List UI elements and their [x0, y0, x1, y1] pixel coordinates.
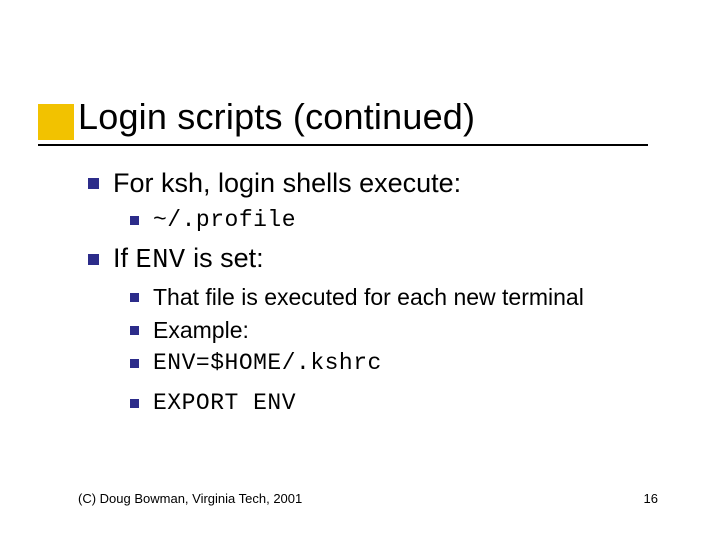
slide-title: Login scripts (continued) — [78, 96, 475, 138]
square-bullet-icon — [130, 293, 139, 302]
bullet-row: Example: — [130, 317, 658, 344]
bullet-text: If ENV is set: — [113, 243, 264, 276]
bullet-row: ~/.profile — [130, 207, 658, 233]
square-bullet-icon — [130, 359, 139, 368]
bullet-lvl1: If ENV is set: That file is executed for… — [88, 243, 658, 416]
square-bullet-icon — [130, 216, 139, 225]
title-wrap: Login scripts (continued) — [78, 96, 475, 138]
square-bullet-icon — [130, 399, 139, 408]
square-bullet-icon — [88, 178, 99, 189]
bullet-row: For ksh, login shells execute: — [88, 168, 658, 199]
sublist: ~/.profile — [130, 207, 658, 233]
square-bullet-icon — [130, 326, 139, 335]
bullet-lvl1: For ksh, login shells execute: ~/.profil… — [88, 168, 658, 233]
bullet-text: That file is executed for each new termi… — [153, 284, 584, 311]
bullet-row: If ENV is set: — [88, 243, 658, 276]
code-text: EXPORT ENV — [153, 390, 296, 416]
bullet-text: For ksh, login shells execute: — [113, 168, 461, 199]
code-text: ENV — [136, 246, 186, 276]
bullet-row: That file is executed for each new termi… — [130, 284, 658, 311]
copyright-text: (C) Doug Bowman, Virginia Tech, 2001 — [78, 491, 302, 506]
footer: (C) Doug Bowman, Virginia Tech, 2001 16 — [78, 491, 658, 506]
slide: Login scripts (continued) For ksh, login… — [0, 0, 720, 540]
title-accent-box — [38, 104, 74, 140]
code-text: ~/.profile — [153, 207, 296, 233]
text-prefix: If — [113, 243, 136, 273]
square-bullet-icon — [88, 254, 99, 265]
bullet-row: ENV=$HOME/.kshrc — [130, 350, 658, 376]
bullet-row: EXPORT ENV — [130, 390, 658, 416]
page-number: 16 — [644, 491, 658, 506]
code-text: ENV=$HOME/.kshrc — [153, 350, 382, 376]
title-underline — [38, 144, 648, 146]
content-area: For ksh, login shells execute: ~/.profil… — [88, 168, 658, 424]
sublist: That file is executed for each new termi… — [130, 284, 658, 416]
text-suffix: is set: — [186, 243, 264, 273]
bullet-text: Example: — [153, 317, 249, 344]
